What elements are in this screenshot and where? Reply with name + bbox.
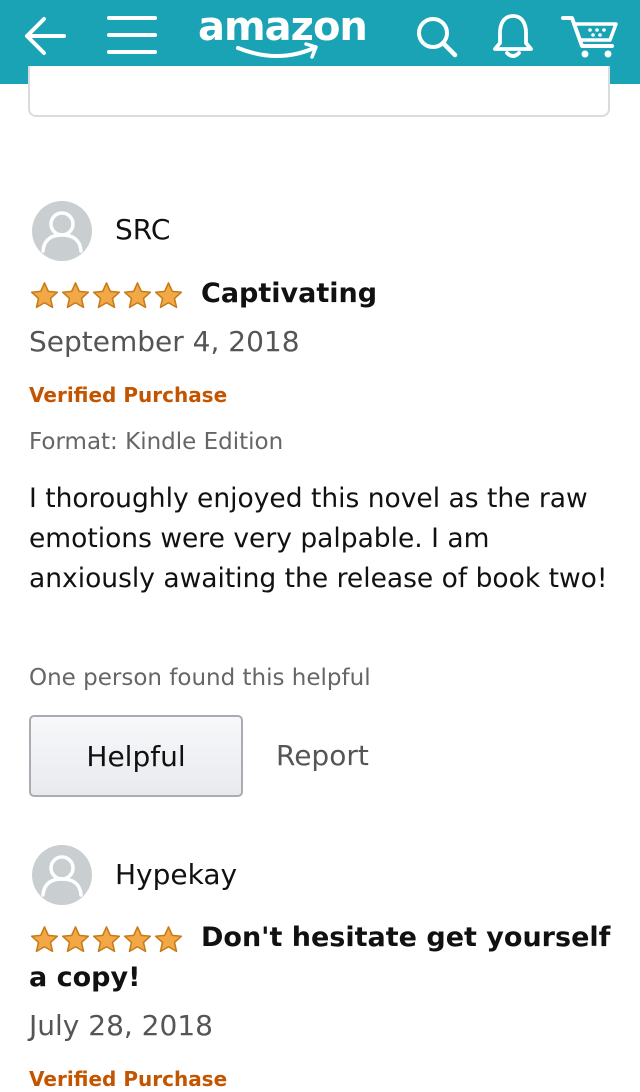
verified-purchase-badge: Verified Purchase: [29, 383, 228, 407]
user-avatar-icon: [41, 211, 83, 253]
avatar: [32, 845, 92, 905]
reviewer-name[interactable]: SRC: [115, 213, 170, 247]
menu-icon[interactable]: [106, 14, 158, 56]
notification-bell-icon[interactable]: [490, 12, 536, 60]
star-icon: [123, 282, 152, 309]
star-icon: [154, 282, 183, 309]
helpful-button-label: Helpful: [86, 739, 186, 773]
review-date: July 28, 2018: [29, 1009, 213, 1042]
review-title[interactable]: Captivating: [201, 274, 611, 314]
user-avatar-icon: [41, 855, 83, 897]
amazon-logo[interactable]: amazon: [198, 2, 370, 68]
avatar: [32, 201, 92, 261]
review-date: September 4, 2018: [29, 325, 300, 358]
back-arrow-icon[interactable]: [20, 14, 70, 58]
star-icon: [61, 282, 90, 309]
report-link[interactable]: Report: [276, 739, 369, 773]
star-icon: [92, 282, 121, 309]
review-format: Format: Kindle Edition: [29, 429, 284, 455]
verified-purchase-badge: Verified Purchase: [29, 1067, 228, 1091]
reviewer-name[interactable]: Hypekay: [115, 858, 237, 892]
helpful-button[interactable]: Helpful: [29, 715, 243, 797]
review-title-text: Don't hesitate get yourself a copy!: [29, 922, 611, 993]
star-icon: [30, 282, 59, 309]
star-rating: [29, 281, 184, 310]
logo-smile-icon: [236, 42, 318, 59]
previous-content-card: [28, 66, 610, 117]
search-icon[interactable]: [414, 14, 460, 60]
review-title[interactable]: Don't hesitate get yourself a copy!: [29, 918, 619, 998]
review-body: I thoroughly enjoyed this novel as the r…: [29, 483, 608, 594]
helpful-count: One person found this helpful: [29, 665, 371, 691]
cart-icon[interactable]: [560, 12, 622, 60]
